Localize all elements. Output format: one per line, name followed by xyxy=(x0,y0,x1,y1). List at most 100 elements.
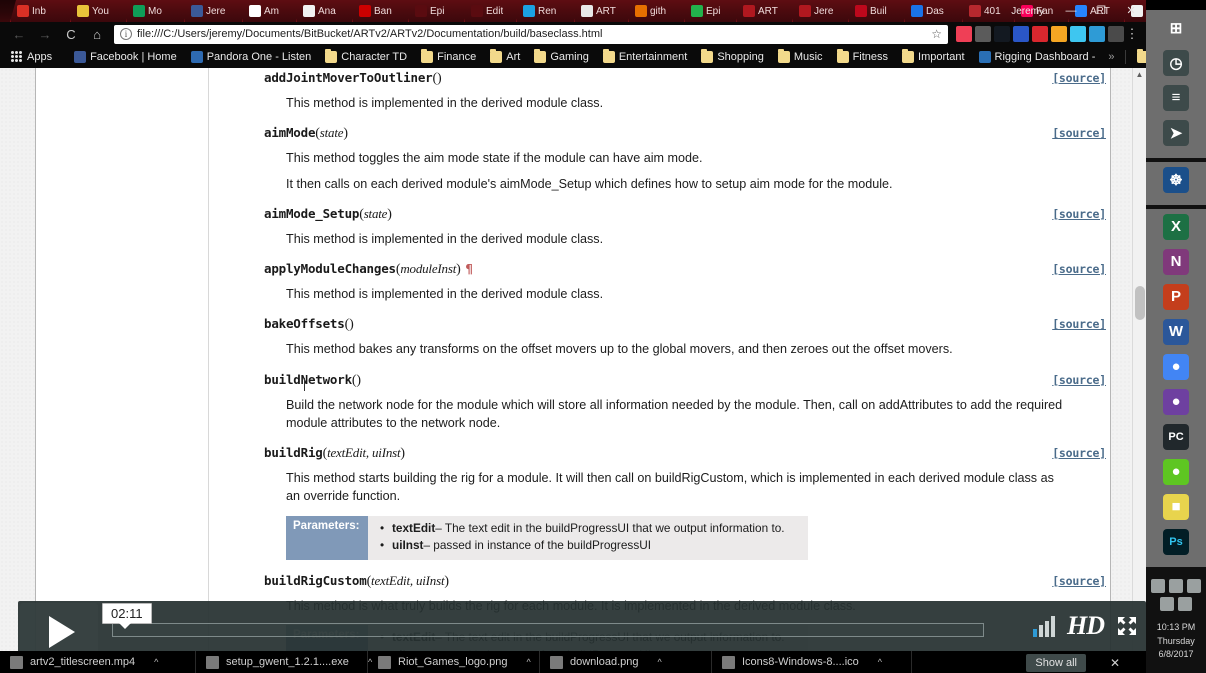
download-item-menu-icon[interactable]: ^ xyxy=(878,657,882,667)
browser-tab[interactable]: ART xyxy=(736,0,800,22)
word-icon[interactable]: W xyxy=(1146,314,1206,349)
download-item[interactable]: setup_gwent_1.2.1....exe ^ xyxy=(196,651,372,673)
profile-name[interactable]: Jeremy xyxy=(1011,6,1044,17)
browser-tab[interactable]: Das xyxy=(904,0,970,22)
chrome-icon[interactable]: ● xyxy=(1146,349,1206,384)
source-link[interactable]: [source] xyxy=(1052,207,1106,221)
download-item[interactable]: artv2_titlescreen.mp4 ^ xyxy=(0,651,196,673)
download-item[interactable]: download.png ^ xyxy=(540,651,712,673)
bookmark-item[interactable]: Art xyxy=(483,48,527,66)
network-icon[interactable] xyxy=(1169,579,1183,593)
clock-icon[interactable]: ◷ xyxy=(1146,45,1206,80)
pocket-extension-icon[interactable] xyxy=(956,26,972,42)
bookmark-item[interactable]: Finance xyxy=(414,48,483,66)
video-seek-track[interactable] xyxy=(112,623,984,637)
bookmark-item[interactable]: Gaming xyxy=(527,48,596,66)
mega-extension-icon[interactable] xyxy=(1032,26,1048,42)
sourcetree-icon[interactable]: ☸ xyxy=(1146,162,1206,197)
volume-icon[interactable] xyxy=(1178,597,1192,611)
source-link[interactable]: [source] xyxy=(1052,317,1106,331)
minimize-button[interactable]: — xyxy=(1056,0,1086,22)
reload-button[interactable]: C xyxy=(58,23,84,45)
onenote-icon[interactable]: N xyxy=(1146,244,1206,279)
source-link[interactable]: [source] xyxy=(1052,373,1106,387)
source-link[interactable]: [source] xyxy=(1052,446,1106,460)
amazon-extension-icon[interactable] xyxy=(994,26,1010,42)
browser-tab[interactable]: You xyxy=(70,0,134,22)
safely-remove-icon[interactable] xyxy=(1151,579,1165,593)
bookmark-item[interactable]: Music xyxy=(771,48,830,66)
source-link[interactable]: [source] xyxy=(1052,126,1106,140)
evernote-icon[interactable]: ● xyxy=(1146,454,1206,489)
browser-tab[interactable]: Jere xyxy=(184,0,250,22)
show-all-downloads-button[interactable]: Show all xyxy=(1026,654,1086,672)
browser-tab[interactable]: Mo xyxy=(126,0,192,22)
ghost-extension-icon[interactable] xyxy=(1108,26,1124,42)
chrome-menu-icon[interactable]: ⋮ xyxy=(1124,26,1140,42)
calendar-extension-icon[interactable] xyxy=(1013,26,1029,42)
download-item[interactable]: Icons8-Windows-8....ico ^ xyxy=(712,651,912,673)
browser-tab[interactable]: Edit xyxy=(464,0,524,22)
close-download-bar-icon[interactable]: ✕ xyxy=(1110,656,1120,670)
download-item-menu-icon[interactable]: ^ xyxy=(526,657,530,667)
bookmark-star-icon[interactable]: ☆ xyxy=(928,27,942,41)
download-item-menu-icon[interactable]: ^ xyxy=(658,657,662,667)
telegram-icon[interactable]: ➤ xyxy=(1146,115,1206,150)
download-item-menu-icon[interactable]: ^ xyxy=(154,657,158,667)
bookmark-item[interactable]: Rigging Dashboard - xyxy=(972,48,1103,66)
battery-icon[interactable] xyxy=(1160,597,1174,611)
hd-badge[interactable]: HD xyxy=(1067,611,1105,641)
honey-extension-icon[interactable] xyxy=(1051,26,1067,42)
bookmark-item[interactable]: Shopping xyxy=(694,48,771,66)
evernote-extension-icon[interactable] xyxy=(975,26,991,42)
source-link[interactable]: [source] xyxy=(1052,574,1106,588)
browser-tab[interactable]: Ban xyxy=(352,0,416,22)
taskbar-clock[interactable]: 10:13 PM Thursday 6/8/2017 xyxy=(1146,617,1206,673)
layers-icon[interactable]: ≡ xyxy=(1146,80,1206,115)
browser-tab[interactable]: Epi xyxy=(684,0,744,22)
close-window-button[interactable]: ✕ xyxy=(1116,0,1146,22)
forward-button[interactable]: → xyxy=(32,23,58,45)
screenshot-extension-icon[interactable] xyxy=(1089,26,1105,42)
excel-icon[interactable]: X xyxy=(1146,209,1206,244)
source-link[interactable]: [source] xyxy=(1052,262,1106,276)
browser-tab[interactable]: Epi xyxy=(408,0,472,22)
bookmarks-overflow-button[interactable]: » xyxy=(1102,51,1120,63)
bookmark-item[interactable]: Fitness xyxy=(830,48,895,66)
antivirus-icon[interactable] xyxy=(1187,579,1201,593)
windows-store-icon[interactable]: ⊞ xyxy=(1146,10,1206,45)
browser-tab[interactable]: Ana xyxy=(296,0,360,22)
sticky-notes-icon[interactable]: ■ xyxy=(1146,489,1206,524)
browser-tab[interactable]: Ren xyxy=(516,0,582,22)
bookmark-item[interactable]: Important xyxy=(895,48,971,66)
maximize-button[interactable]: ❐ xyxy=(1086,0,1116,22)
page-scrollbar[interactable]: ▲ ▼ xyxy=(1132,68,1146,673)
bookmark-item[interactable]: Pandora One - Listen xyxy=(184,48,319,66)
pycharm-icon[interactable]: PC xyxy=(1146,419,1206,454)
pinwheel-extension-icon[interactable] xyxy=(1070,26,1086,42)
permalink-pilcrow-icon[interactable]: ¶ xyxy=(466,262,473,276)
scroll-up-arrow[interactable]: ▲ xyxy=(1133,68,1146,82)
back-button[interactable]: ← xyxy=(6,23,32,45)
other-bookmarks-folder[interactable]: Other bookmarks xyxy=(1130,48,1146,66)
photoshop-icon[interactable]: Ps xyxy=(1146,524,1206,559)
bookmark-item[interactable]: Character TD xyxy=(318,48,414,66)
volume-icon[interactable] xyxy=(1033,615,1055,637)
browser-tab[interactable]: gith xyxy=(628,0,692,22)
bookmark-item[interactable]: Facebook | Home xyxy=(67,48,184,66)
scrollbar-thumb[interactable] xyxy=(1135,286,1145,320)
download-item[interactable]: Riot_Games_logo.png ^ xyxy=(368,651,540,673)
browser-tab[interactable]: Am xyxy=(242,0,304,22)
browser-tab[interactable]: Inb xyxy=(10,0,78,22)
home-button[interactable]: ⌂ xyxy=(84,23,110,45)
bookmark-item[interactable]: Entertainment xyxy=(596,48,694,66)
page-info-icon[interactable]: i xyxy=(120,28,132,40)
address-bar[interactable]: i file:///C:/Users/jeremy/Documents/BitB… xyxy=(114,24,948,44)
apps-shortcut[interactable]: Apps xyxy=(4,48,59,66)
github-icon[interactable]: ● xyxy=(1146,384,1206,419)
browser-tab[interactable]: Buil xyxy=(848,0,912,22)
fullscreen-icon[interactable] xyxy=(1116,615,1138,637)
source-link[interactable]: [source] xyxy=(1052,71,1106,85)
browser-tab[interactable]: Jere xyxy=(792,0,856,22)
powerpoint-icon[interactable]: P xyxy=(1146,279,1206,314)
